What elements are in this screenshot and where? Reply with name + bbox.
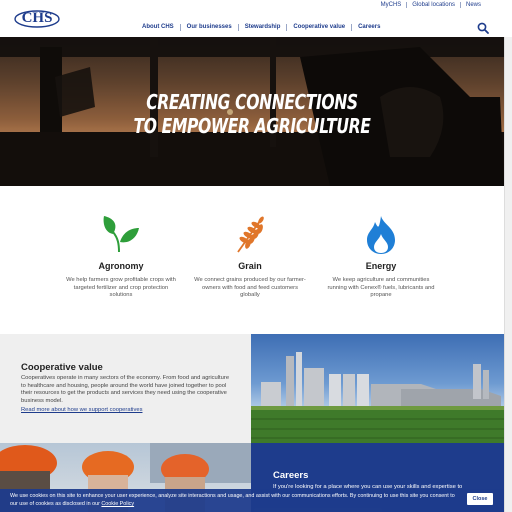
utility-link-global-locations[interactable]: Global locations bbox=[406, 2, 460, 8]
page: CHS MyCHS Global locations News About CH… bbox=[0, 0, 512, 512]
feature-text: We keep agriculture and communities runn… bbox=[327, 277, 435, 298]
feature-agronomy[interactable]: Agronomy We help farmers grow profitable… bbox=[61, 214, 181, 300]
feature-title: Agronomy bbox=[98, 261, 144, 271]
wheat-icon bbox=[230, 214, 270, 254]
utility-nav: MyCHS Global locations News bbox=[376, 2, 486, 8]
nav-item-careers[interactable]: Careers bbox=[351, 24, 386, 31]
page-scrollbar[interactable] bbox=[504, 37, 512, 512]
feature-grain[interactable]: Grain We connect grains produced by our … bbox=[190, 214, 310, 300]
cookie-policy-link[interactable]: Cookie Policy bbox=[101, 501, 134, 507]
cooperative-title: Cooperative value bbox=[21, 362, 103, 373]
cookie-text: We use cookies on this site to enhance y… bbox=[10, 493, 455, 507]
careers-title: Careers bbox=[273, 470, 309, 481]
nav-item-cooperative-value[interactable]: Cooperative value bbox=[286, 24, 351, 31]
cooperative-section: Cooperative value Cooperatives operate i… bbox=[0, 334, 251, 443]
utility-link-news[interactable]: News bbox=[459, 2, 486, 8]
feature-text: We connect grains produced by our farmer… bbox=[194, 277, 306, 298]
hero-banner: CREATING CONNECTIONS TO EMPOWER AGRICULT… bbox=[0, 37, 504, 186]
cookie-close-button[interactable]: Close bbox=[467, 493, 493, 505]
cookie-banner: We use cookies on this site to enhance y… bbox=[0, 489, 504, 512]
utility-link-mychs[interactable]: MyCHS bbox=[376, 2, 407, 8]
site-header: CHS MyCHS Global locations News About CH… bbox=[0, 0, 512, 37]
feature-energy[interactable]: Energy We keep agriculture and communiti… bbox=[321, 214, 441, 300]
hero-title-line-1: CREATING CONNECTIONS bbox=[146, 90, 358, 114]
cooperative-link[interactable]: Read more about how we support cooperati… bbox=[21, 407, 142, 413]
cooperative-text: Cooperatives operate in many sectors of … bbox=[21, 375, 230, 404]
nav-item-about[interactable]: About CHS bbox=[138, 24, 180, 31]
cookie-message: We use cookies on this site to enhance y… bbox=[10, 492, 460, 508]
search-icon[interactable] bbox=[477, 21, 489, 34]
main-nav: About CHS Our businesses Stewardship Coo… bbox=[138, 24, 386, 31]
leaf-icon bbox=[101, 214, 141, 254]
feature-text: We help farmers grow profitable crops wi… bbox=[66, 277, 176, 298]
grain-elevator-image bbox=[251, 334, 504, 443]
nav-item-businesses[interactable]: Our businesses bbox=[179, 24, 238, 31]
logo-text: CHS bbox=[22, 10, 53, 26]
feature-title: Grain bbox=[238, 261, 262, 271]
business-features: Agronomy We help farmers grow profitable… bbox=[0, 186, 504, 334]
hero-title-line-2: TO EMPOWER AGRICULTURE bbox=[133, 114, 371, 138]
flame-icon bbox=[361, 214, 401, 254]
feature-title: Energy bbox=[365, 261, 397, 271]
hero-title: CREATING CONNECTIONS TO EMPOWER AGRICULT… bbox=[55, 90, 448, 138]
nav-item-stewardship[interactable]: Stewardship bbox=[237, 24, 287, 31]
chs-logo[interactable]: CHS bbox=[13, 5, 61, 29]
